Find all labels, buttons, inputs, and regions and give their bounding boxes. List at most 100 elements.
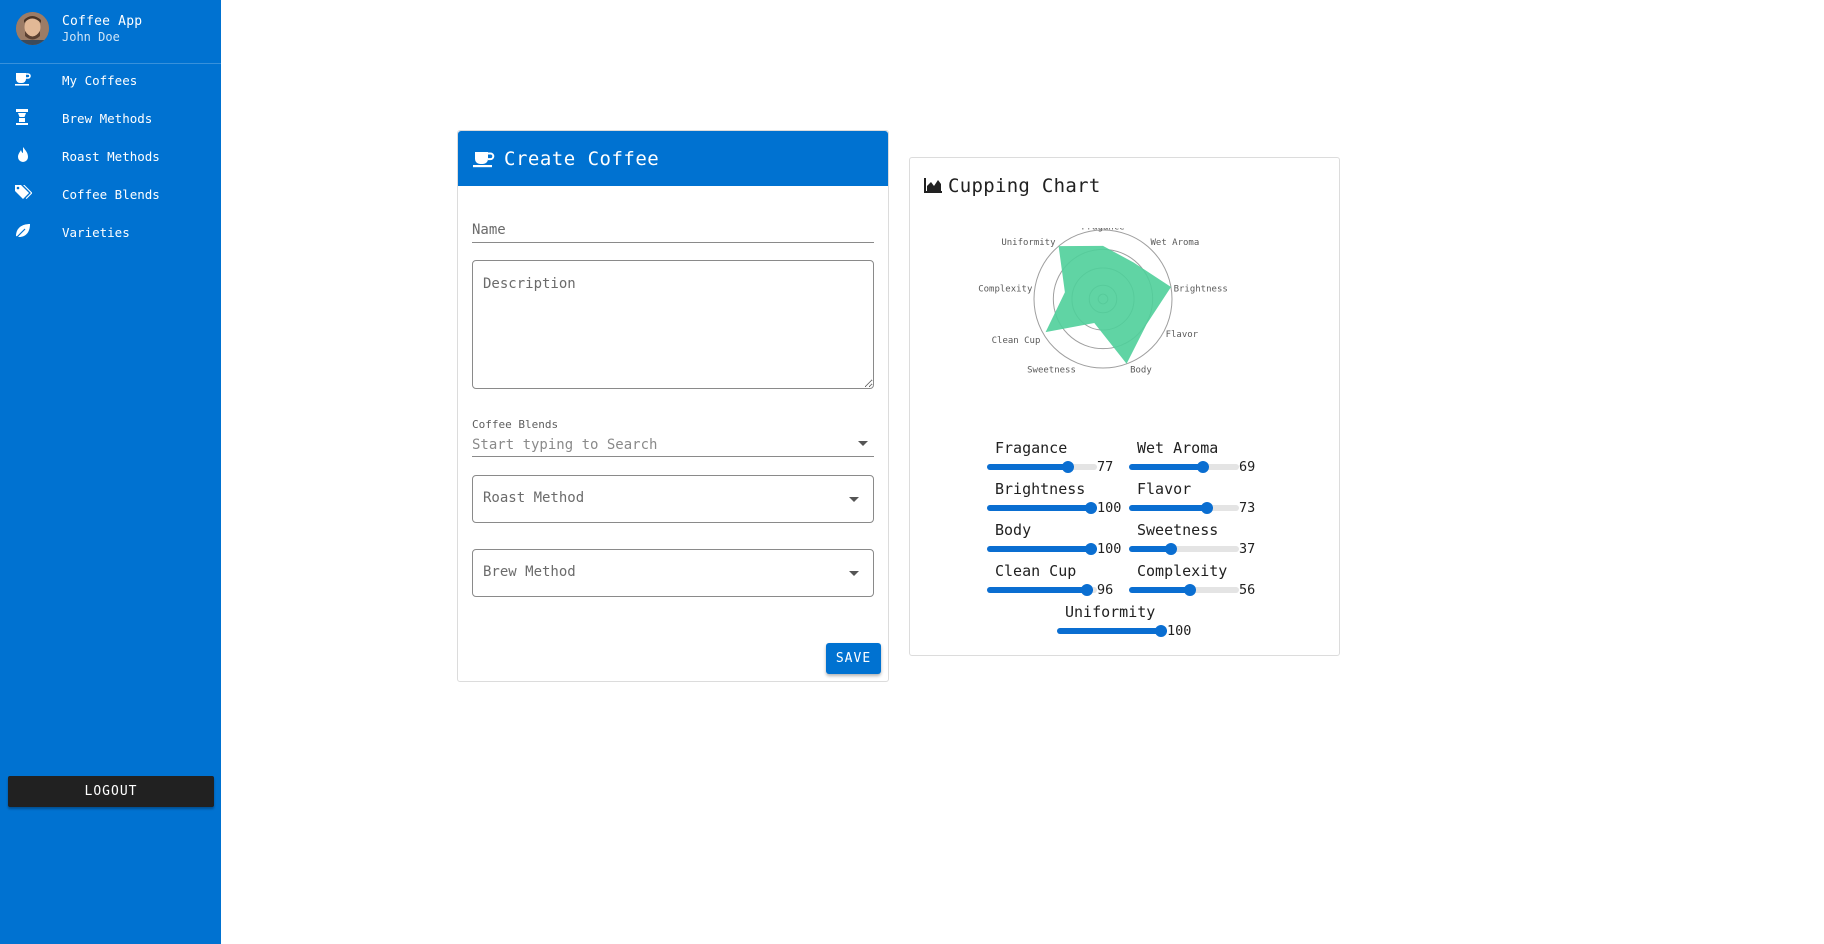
coffee-cup-icon [15,73,31,86]
slider-thumb[interactable] [1200,502,1213,514]
slider-label: Wet Aroma [1137,439,1219,457]
slider-track[interactable] [1129,543,1239,555]
sidebar-item-label: My Coffees [62,73,138,88]
create-coffee-header: Create Coffee [458,131,888,186]
slider-value: 100 [1167,623,1192,639]
slider-thumb[interactable] [1085,502,1097,514]
app-name: Coffee App [62,14,143,29]
radar-axis-label: Brightness [1174,284,1228,294]
slider-fill [1129,546,1170,552]
fire-icon [18,147,28,162]
slider-label: Brightness [995,480,1086,498]
slider-fill [987,587,1093,593]
slider-label: Body [995,521,1032,539]
slider-value: 100 [1097,500,1122,516]
slider-value: 37 [1239,541,1256,557]
slider-track[interactable] [987,584,1097,596]
cupping-chart-card: Cupping Chart Fragance Wet Aroma Brightnes… [909,157,1340,656]
slider-fill [987,546,1097,552]
sidebar-item-brew-methods[interactable]: Brew Methods [0,100,221,138]
slider-thumb[interactable] [1183,584,1196,596]
radar-axis-label: Sweetness [1027,366,1076,376]
sidebar-item-coffee-blends[interactable]: Coffee Blends [0,176,221,214]
slider-fill [1129,587,1191,593]
slider-track[interactable] [987,461,1097,473]
slider-value: 69 [1239,459,1256,475]
slider-fragance: Fragance 77 [987,439,1127,479]
brew-method-select[interactable]: Brew Method [472,549,874,597]
slider-track[interactable] [987,502,1097,514]
sidebar-item-varieties[interactable]: Varieties [0,214,221,252]
slider-fill [987,505,1097,511]
radar-axis-label: Flavor [1166,330,1199,340]
cupping-chart-title: Cupping Chart [948,175,1101,197]
radar-axis-label: Uniformity [1001,238,1056,248]
radar-axis-label: Complexity [978,284,1033,294]
chevron-down-icon [849,497,859,502]
slider-track[interactable] [1129,502,1239,514]
slider-value: 73 [1239,500,1256,516]
radar-axis-label: Body [1130,366,1152,376]
slider-thumb[interactable] [1165,543,1178,555]
coffee-maker-icon [16,109,28,125]
slider-label: Clean Cup [995,562,1077,580]
slider-fill [1057,628,1167,634]
slider-complexity: Complexity 56 [1129,562,1269,602]
slider-fill [1129,505,1210,511]
description-input[interactable] [472,260,874,389]
slider-wet-aroma: Wet Aroma 69 [1129,439,1269,479]
sidebar-item-label: Coffee Blends [62,187,160,202]
brew-method-label: Brew Method [483,564,576,580]
leaf-icon [14,224,30,240]
radar-axis-label: Clean Cup [992,336,1041,346]
app-root: Coffee App John Doe My Coffees Brew Meth… [0,0,1824,944]
slider-thumb[interactable] [1155,625,1167,637]
create-coffee-card: Create Coffee Coffee Blends Roast Method… [457,130,889,682]
coffee-blends-search-input[interactable] [472,433,874,457]
slider-flavor: Flavor 73 [1129,480,1269,520]
slider-track[interactable] [1129,584,1239,596]
slider-fill [1129,464,1205,470]
radar-chart: Fragance Wet Aroma Brightness Flavor Body Swe… [978,228,1228,376]
user-name: John Doe [62,30,120,44]
slider-fill [987,464,1072,470]
slider-track[interactable] [987,543,1097,555]
roast-method-select[interactable]: Roast Method [472,475,874,523]
sidebar-item-my-coffees[interactable]: My Coffees [0,62,221,100]
slider-thumb[interactable] [1081,584,1094,596]
slider-label: Complexity [1137,562,1228,580]
save-button[interactable]: SAVE [826,643,881,674]
page-title: Create Coffee [504,148,660,170]
slider-label: Fragance [995,439,1068,457]
slider-label: Sweetness [1137,521,1219,539]
logout-button[interactable]: LOGOUT [8,776,214,807]
slider-value: 100 [1097,541,1122,557]
slider-clean-cup: Clean Cup 96 [987,562,1127,602]
sidebar: Coffee App John Doe My Coffees Brew Meth… [0,0,221,944]
radar-axis-label: Fragance [1081,228,1124,232]
name-input[interactable] [472,217,874,243]
slider-track[interactable] [1057,625,1167,637]
sidebar-item-roast-methods[interactable]: Roast Methods [0,138,221,176]
tags-icon [15,185,32,199]
avatar[interactable] [16,12,49,45]
slider-uniformity: Uniformity 100 [1057,603,1197,643]
sidebar-item-label: Varieties [62,225,130,240]
slider-value: 56 [1239,582,1256,598]
slider-sweetness: Sweetness 37 [1129,521,1269,561]
coffee-blends-label: Coffee Blends [472,418,559,431]
slider-label: Uniformity [1065,603,1156,621]
slider-thumb[interactable] [1062,461,1075,473]
slider-thumb[interactable] [1196,461,1209,473]
chevron-down-icon [849,571,859,576]
sidebar-item-label: Roast Methods [62,149,160,164]
chevron-down-icon[interactable] [858,441,868,446]
slider-brightness: Brightness 100 [987,480,1127,520]
profile-header: Coffee App John Doe [0,0,221,64]
roast-method-label: Roast Method [483,490,585,506]
radar-series-area [1045,245,1171,364]
slider-thumb[interactable] [1085,543,1097,555]
slider-value: 96 [1097,582,1114,598]
slider-value: 77 [1097,459,1114,475]
slider-track[interactable] [1129,461,1239,473]
